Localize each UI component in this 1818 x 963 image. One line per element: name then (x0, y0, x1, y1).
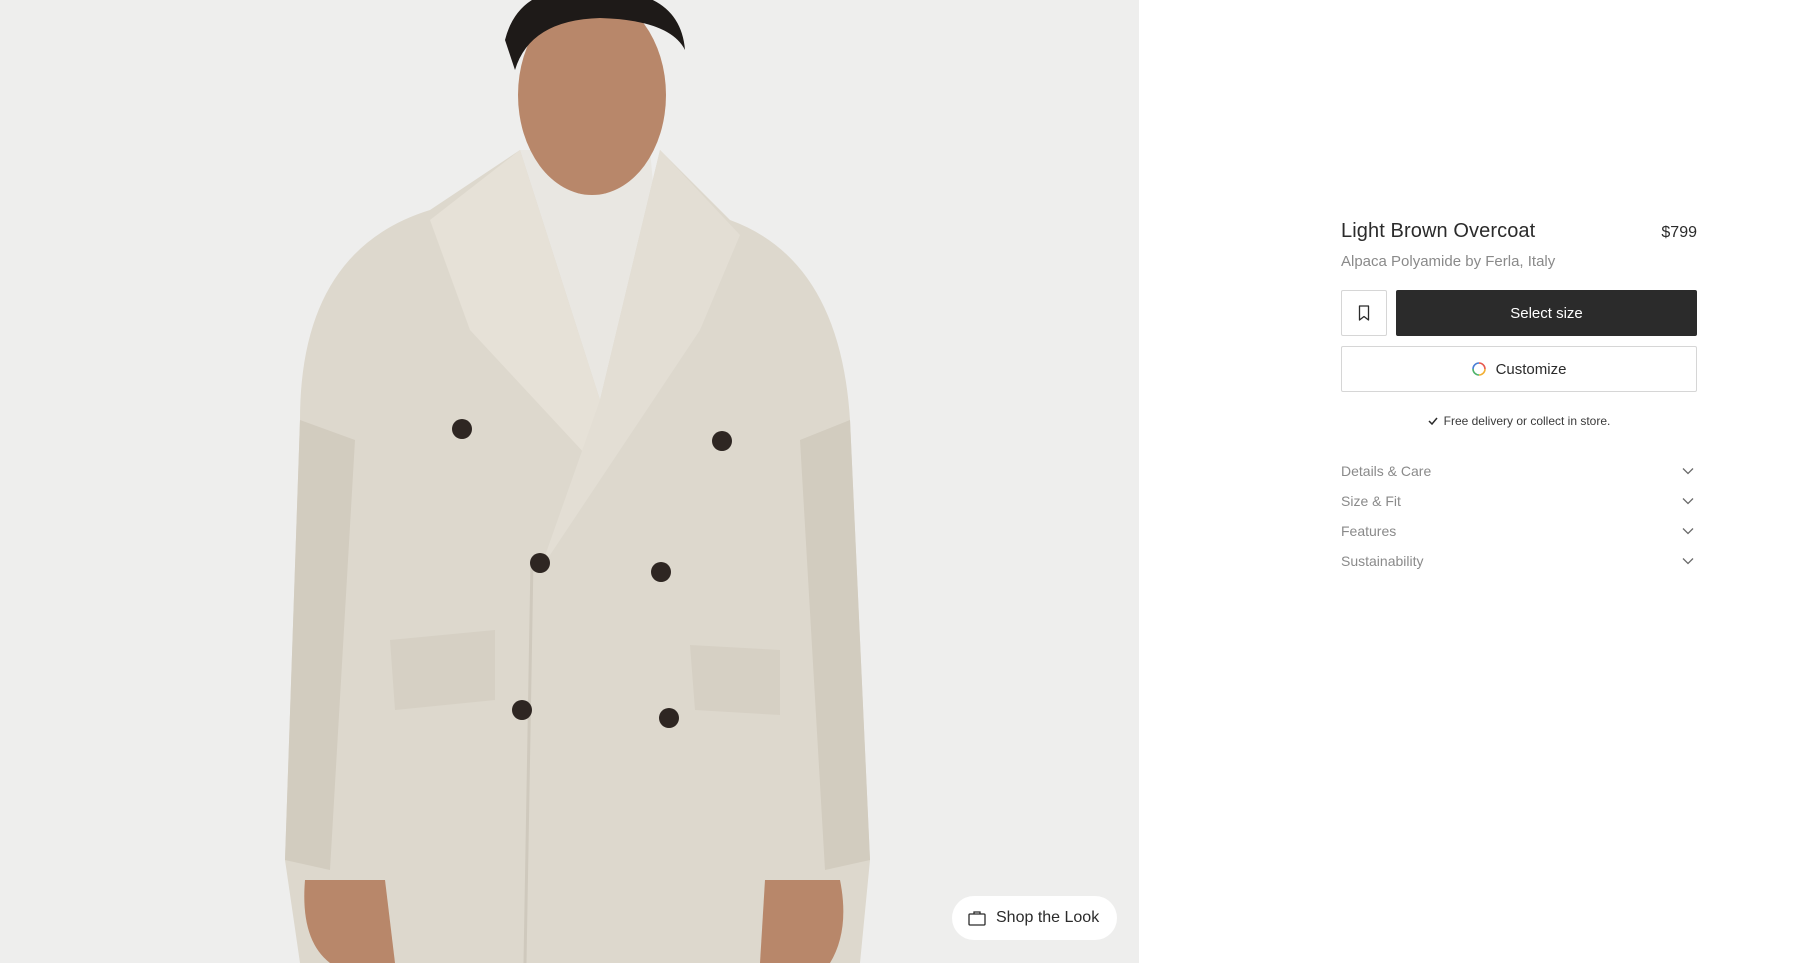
product-image-panel[interactable]: Shop the Look (0, 0, 1139, 963)
shop-the-look-button[interactable]: Shop the Look (952, 896, 1118, 940)
accordion-details-care[interactable]: Details & Care (1341, 456, 1697, 486)
delivery-note: Free delivery or collect in store. (1341, 414, 1697, 428)
model-wearing-coat-image (285, 0, 870, 963)
customize-label: Customize (1495, 360, 1567, 378)
accordion-features[interactable]: Features (1341, 516, 1697, 546)
delivery-text: Free delivery or collect in store. (1443, 414, 1611, 428)
accordion-label: Features (1341, 523, 1397, 539)
accordion-sustainability[interactable]: Sustainability (1341, 546, 1697, 576)
action-row: Select size (1341, 290, 1697, 336)
chevron-down-icon (1682, 468, 1694, 475)
product-page: Shop the Look Light Brown Overcoat $799 … (0, 0, 1818, 963)
title-row: Light Brown Overcoat $799 (1341, 220, 1697, 243)
product-title: Light Brown Overcoat (1341, 220, 1536, 242)
shop-the-look-label: Shop the Look (996, 909, 1100, 926)
product-price: $799 (1661, 224, 1697, 241)
accordion-label: Sustainability (1341, 553, 1424, 569)
product-info-accordion: Details & Care Size & Fit Features Susta… (1341, 456, 1697, 576)
accordion-label: Size & Fit (1341, 493, 1401, 509)
accordion-label: Details & Care (1341, 463, 1432, 479)
product-details-panel: Light Brown Overcoat $799 Alpaca Polyami… (1341, 220, 1697, 576)
chevron-down-icon (1682, 498, 1694, 505)
accordion-size-fit[interactable]: Size & Fit (1341, 486, 1697, 516)
bookmark-icon (1358, 305, 1370, 321)
color-ring-icon (1471, 362, 1486, 376)
customize-button[interactable]: Customize (1341, 346, 1697, 392)
product-fabric: Alpaca Polyamide by Ferla, Italy (1341, 253, 1556, 270)
chevron-down-icon (1682, 558, 1694, 565)
chevron-down-icon (1682, 528, 1694, 535)
check-icon (1428, 417, 1438, 425)
select-size-button[interactable]: Select size (1396, 290, 1697, 336)
shopping-bag-icon (968, 911, 986, 926)
wishlist-button[interactable] (1341, 290, 1387, 336)
